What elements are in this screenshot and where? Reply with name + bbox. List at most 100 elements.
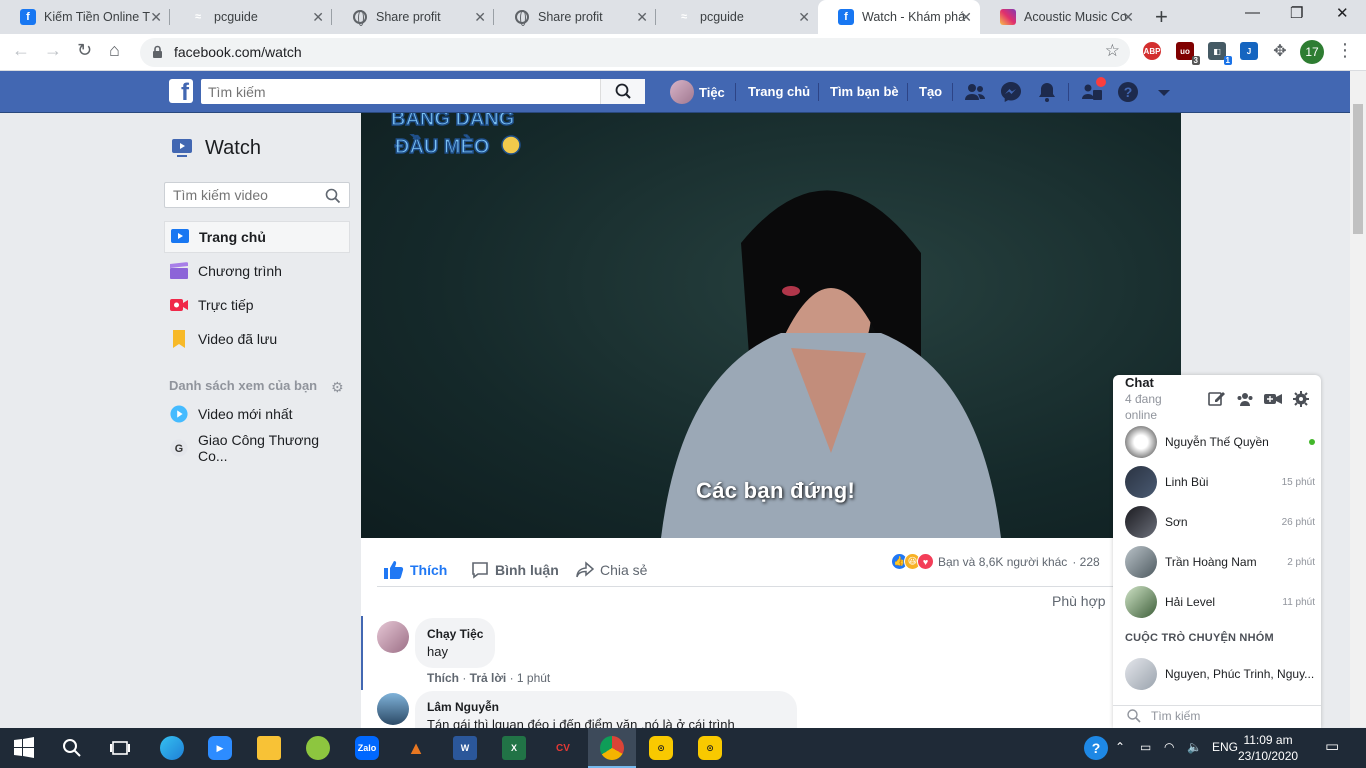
volume-icon[interactable]: 🔈 — [1187, 740, 1202, 754]
tab-4[interactable]: ≈ pcguide ✕ — [656, 0, 818, 34]
share-button[interactable]: Chia sẻ — [576, 561, 647, 579]
comment-like-link[interactable]: Thích — [427, 671, 459, 685]
profile-link[interactable]: Tiệc — [670, 80, 725, 104]
sidebar-item-home[interactable]: Trang chủ — [164, 221, 350, 253]
video-call-icon[interactable] — [1264, 391, 1282, 407]
fb-search-input[interactable] — [201, 79, 645, 104]
chat-contact[interactable]: Nguyễn Thế Quyền — [1125, 425, 1315, 459]
chat-contact[interactable]: Linh Bùi 15 phút — [1125, 465, 1315, 499]
search-icon[interactable] — [325, 188, 341, 204]
ublock-icon[interactable]: uo 3 — [1176, 42, 1200, 65]
puzzle-icon[interactable]: ✥ — [1271, 42, 1289, 60]
battery-icon[interactable]: ▭ — [1140, 740, 1151, 754]
close-icon[interactable]: ✕ — [474, 9, 486, 26]
sidebar-item-saved[interactable]: Video đã lưu — [164, 323, 350, 355]
comment-reply-link[interactable]: Trả lời — [470, 671, 507, 685]
sidebar-item-page[interactable]: G Giao Công Thương Co... — [164, 432, 350, 464]
edge-icon[interactable] — [160, 736, 184, 760]
comment-author[interactable]: Chạy Tiệc — [427, 626, 483, 643]
matlab-icon[interactable]: ▲ — [404, 736, 428, 760]
compose-icon[interactable] — [1208, 391, 1226, 407]
j-extension-icon[interactable]: J — [1240, 42, 1258, 60]
sidebar-item-shows[interactable]: Chương trình — [164, 255, 350, 287]
address-bar[interactable]: facebook.com/watch ☆ — [140, 38, 1130, 67]
gear-icon[interactable] — [1292, 391, 1310, 407]
video-search-input[interactable] — [164, 182, 350, 208]
avatar[interactable] — [377, 621, 409, 653]
page-scrollbar[interactable] — [1350, 71, 1366, 727]
wifi-icon[interactable]: ◠ — [1164, 740, 1174, 754]
gear-icon[interactable]: ⚙ — [331, 379, 344, 396]
cvavr-icon[interactable]: CV — [551, 736, 575, 760]
reactions-summary[interactable]: 👍 😆 ♥ Bạn và 8,6K người khác · 228 — [891, 553, 1100, 570]
like-button[interactable]: Thích — [384, 561, 447, 579]
close-icon[interactable]: ✕ — [798, 9, 810, 26]
chat-search-input[interactable]: Tìm kiếm — [1113, 705, 1321, 728]
profile-avatar[interactable]: 17 — [1300, 40, 1324, 64]
messenger-icon[interactable] — [999, 80, 1023, 104]
zoom-icon[interactable]: ▶ — [208, 736, 232, 760]
group-chat[interactable]: Nguyen, Phúc Trinh, Nguy... — [1125, 657, 1315, 691]
notification-center-icon[interactable]: ▭ — [1325, 737, 1339, 755]
avatar[interactable] — [377, 693, 409, 725]
help-icon[interactable]: ? — [1084, 736, 1108, 760]
close-icon[interactable]: ✕ — [312, 9, 324, 26]
chat-contact[interactable]: Trần Hoàng Nam 2 phút — [1125, 545, 1315, 579]
find-friends-link[interactable]: Tìm bạn bè — [830, 84, 899, 99]
new-group-icon[interactable] — [1236, 391, 1254, 407]
close-icon[interactable]: ✕ — [1122, 9, 1134, 26]
app-icon[interactable] — [306, 736, 330, 760]
app-icon[interactable]: ⊙ — [698, 736, 722, 760]
comment-time[interactable]: · 1 phút — [510, 671, 551, 685]
window-close-icon[interactable]: ✕ — [1336, 4, 1349, 22]
restore-icon[interactable]: ❐ — [1290, 4, 1303, 22]
chat-contact[interactable]: Hải Level 11 phút — [1125, 585, 1315, 619]
app-icon[interactable]: ⊙ — [649, 736, 673, 760]
friend-requests-icon[interactable] — [963, 80, 987, 104]
chat-contact[interactable]: Sơn 26 phút — [1125, 505, 1315, 539]
minimize-icon[interactable]: — — [1245, 4, 1260, 21]
menu-icon[interactable]: ⋮ — [1336, 40, 1354, 61]
clock[interactable]: 11:09 am 23/10/2020 — [1238, 732, 1298, 764]
facebook-logo-icon[interactable]: f — [169, 79, 193, 103]
new-tab-icon[interactable]: + — [1155, 4, 1168, 30]
chrome-icon[interactable] — [600, 736, 624, 760]
help-icon[interactable]: ? — [1116, 80, 1140, 104]
tab-0[interactable]: f Kiếm Tiền Online T ✕ — [0, 0, 170, 34]
tab-6[interactable]: Acoustic Music Co ✕ — [980, 0, 1142, 34]
word-icon[interactable]: W — [453, 736, 477, 760]
close-icon[interactable]: ✕ — [960, 9, 972, 26]
home-link[interactable]: Trang chủ — [748, 84, 810, 99]
tab-1[interactable]: ≈ pcguide ✕ — [170, 0, 332, 34]
tab-3[interactable]: Share profit ✕ — [494, 0, 656, 34]
zalo-icon[interactable]: Zalo — [355, 736, 379, 760]
account-menu-chevron-down-icon[interactable] — [1152, 80, 1176, 104]
comment-author[interactable]: Lâm Nguyễn — [427, 699, 785, 716]
excel-icon[interactable]: X — [502, 736, 526, 760]
comment-sort-dropdown[interactable]: Phù hợp — [1052, 593, 1106, 609]
extension-icon[interactable]: ◧ 1 — [1208, 42, 1232, 65]
search-icon[interactable] — [60, 736, 84, 760]
comment-button[interactable]: Bình luận — [471, 561, 559, 579]
bookmark-star-icon[interactable]: ☆ — [1105, 41, 1120, 61]
notifications-bell-icon[interactable] — [1035, 80, 1059, 104]
adblock-icon[interactable]: ABP — [1143, 42, 1161, 60]
tab-2[interactable]: Share profit ✕ — [332, 0, 494, 34]
home-icon[interactable]: ⌂ — [109, 40, 120, 61]
file-explorer-icon[interactable] — [257, 736, 281, 760]
sidebar-item-latest[interactable]: Video mới nhất — [164, 398, 350, 430]
reload-icon[interactable]: ↻ — [77, 40, 92, 61]
tab-5-active[interactable]: f Watch - Khám phá ✕ — [818, 0, 980, 34]
task-view-icon[interactable] — [108, 736, 132, 760]
sidebar-item-live[interactable]: Trực tiếp — [164, 289, 350, 321]
video-player[interactable]: BANG DANG ĐẦU MÈO Các bạn đứng! — [361, 113, 1181, 538]
create-link[interactable]: Tạo — [919, 84, 942, 99]
fb-search-button[interactable] — [600, 79, 645, 104]
close-icon[interactable]: ✕ — [636, 9, 648, 26]
forward-icon[interactable]: → — [44, 40, 62, 61]
language-indicator[interactable]: ENG — [1212, 740, 1238, 754]
chevron-up-icon[interactable]: ⌃ — [1115, 740, 1125, 754]
windows-start-icon[interactable] — [12, 736, 36, 760]
back-icon[interactable]: ← — [12, 40, 30, 61]
close-icon[interactable]: ✕ — [150, 9, 162, 26]
